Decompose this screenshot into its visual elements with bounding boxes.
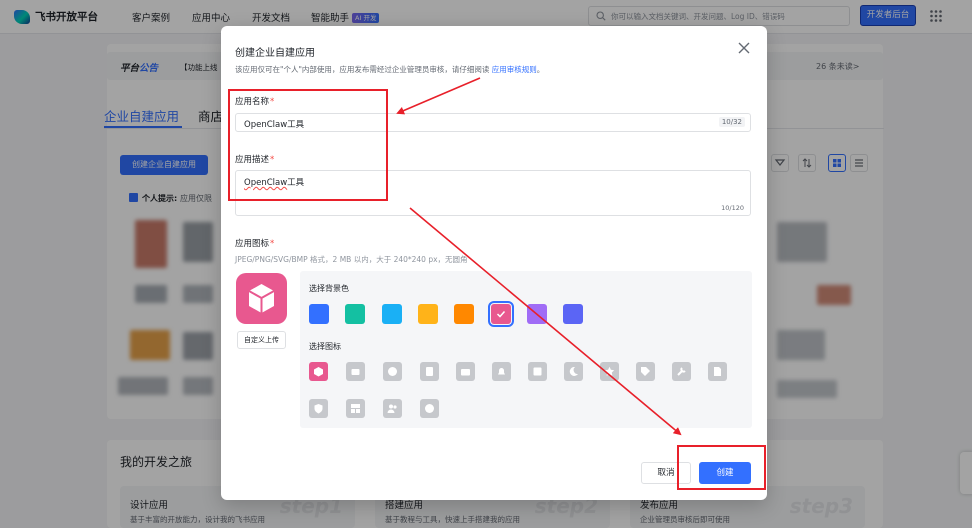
color-swatch[interactable] <box>526 304 547 324</box>
plus-circle-icon[interactable] <box>383 362 402 381</box>
star-icon[interactable] <box>600 362 619 381</box>
review-rules-link[interactable]: 应用审核规则 <box>492 65 537 74</box>
required-mark: * <box>270 155 275 165</box>
app-name-input[interactable]: OpenClaw工具 10/32 <box>235 113 751 132</box>
color-swatch[interactable] <box>345 304 366 324</box>
app-desc-label-text: 应用描述 <box>235 155 270 165</box>
bg-color-title: 选择背景色 <box>309 284 349 293</box>
cube-tile-icon[interactable] <box>309 362 328 381</box>
bell-icon[interactable] <box>492 362 511 381</box>
close-icon[interactable] <box>737 41 751 55</box>
app-name-char-count: 10/32 <box>718 117 745 127</box>
app-icon-preview <box>236 273 287 324</box>
color-swatch[interactable] <box>381 304 402 324</box>
color-swatch[interactable] <box>309 304 329 324</box>
file-icon[interactable] <box>708 362 727 381</box>
icon-format-hint: JPEG/PNG/SVG/BMP 格式，2 MB 以内，大于 240*240 p… <box>235 255 468 264</box>
app-icon-label-text: 应用图标 <box>235 239 270 249</box>
color-swatch[interactable] <box>487 301 514 327</box>
moon-icon[interactable] <box>564 362 583 381</box>
cube-icon <box>314 367 323 377</box>
tag-icon[interactable] <box>636 362 655 381</box>
color-swatch[interactable] <box>454 304 475 324</box>
checkmark-icon <box>496 310 505 318</box>
briefcase-icon[interactable] <box>456 362 475 381</box>
app-desc-value-rest: 工具 <box>287 178 305 188</box>
color-swatch[interactable] <box>563 304 584 324</box>
cube-icon <box>248 284 275 313</box>
app-name-label-text: 应用名称 <box>235 97 270 107</box>
checklist-icon[interactable] <box>528 362 547 381</box>
create-button[interactable]: 创建 <box>699 462 751 484</box>
code-icon[interactable] <box>420 399 439 418</box>
icon-select-title: 选择图标 <box>309 342 341 351</box>
dialog-subtitle-text: 该应用仅可在"个人"内部使用，应用发布需经过企业管理员审核，请仔细阅读 <box>235 65 490 74</box>
color-swatch[interactable] <box>417 304 438 324</box>
custom-upload-button[interactable]: 自定义上传 <box>237 331 286 349</box>
shield-icon[interactable] <box>309 399 328 418</box>
dialog-title: 创建企业自建应用 <box>235 48 315 59</box>
required-mark: * <box>270 239 275 249</box>
app-name-label: 应用名称* <box>235 95 274 107</box>
app-desc-value: OpenClaw工具 <box>244 176 304 188</box>
icon-picker-panel: 选择背景色 选择图标 <box>300 271 752 428</box>
users-icon[interactable] <box>383 399 402 418</box>
dialog-subtitle: 该应用仅可在"个人"内部使用，应用发布需经过企业管理员审核，请仔细阅读 应用审核… <box>235 64 544 75</box>
document-icon[interactable] <box>420 362 439 381</box>
app-desc-char-count: 10/120 <box>721 204 744 212</box>
wrench-icon[interactable] <box>672 362 691 381</box>
app-desc-value-word: OpenClaw <box>244 178 288 188</box>
app-desc-textarea[interactable]: OpenClaw工具 10/120 <box>235 170 751 216</box>
cancel-button[interactable]: 取消 <box>641 462 691 484</box>
robot-icon[interactable] <box>346 362 365 381</box>
app-name-value: OpenClaw工具 <box>244 120 305 130</box>
create-app-dialog: 创建企业自建应用 该应用仅可在"个人"内部使用，应用发布需经过企业管理员审核，请… <box>221 26 767 500</box>
dialog-subtitle-end: 。 <box>536 65 545 74</box>
layout-icon[interactable] <box>346 399 365 418</box>
app-icon-label: 应用图标* <box>235 237 274 249</box>
app-desc-label: 应用描述* <box>235 153 274 165</box>
required-mark: * <box>270 97 275 107</box>
